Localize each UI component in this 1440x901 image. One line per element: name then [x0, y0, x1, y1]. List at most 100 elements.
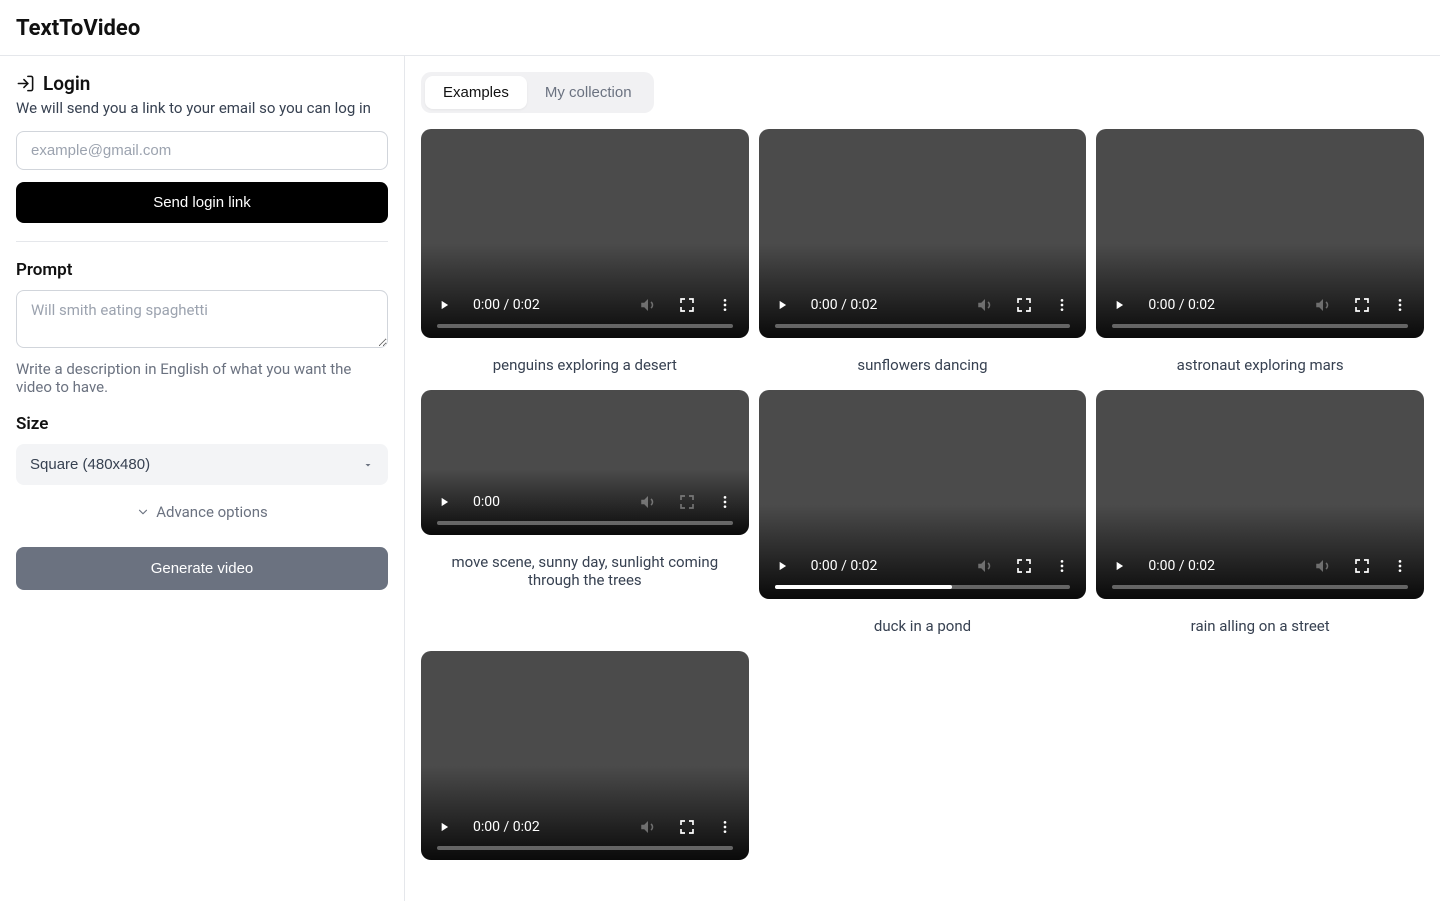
video-card: 0:00 move scene, sunny day, sunlight comi… [421, 390, 749, 595]
video-time: 0:00 / 0:02 [1148, 558, 1215, 574]
video-controls: 0:00 / 0:02 [421, 818, 749, 860]
video-controls: 0:00 / 0:02 [1096, 557, 1424, 599]
fullscreen-icon[interactable] [679, 494, 695, 510]
video-player[interactable]: 0:00 / 0:02 [421, 129, 749, 338]
video-time: 0:00 / 0:02 [811, 297, 878, 313]
video-card: 0:00 / 0:02 sunflowers dancing [759, 129, 1087, 380]
controls-row: 0:00 / 0:02 [437, 818, 733, 836]
video-card: 0:00 / 0:02 rain alling on a street [1096, 390, 1424, 641]
chevron-down-icon [136, 505, 150, 519]
video-player[interactable]: 0:00 [421, 390, 749, 535]
login-description: We will send you a link to your email so… [16, 99, 388, 117]
progress-bar[interactable] [775, 585, 1071, 589]
login-icon [16, 74, 35, 93]
progress-bar[interactable] [1112, 324, 1408, 328]
tabs: ExamplesMy collection [421, 72, 654, 113]
progress-bar[interactable] [775, 324, 1071, 328]
more-icon[interactable] [717, 819, 733, 835]
fullscreen-icon[interactable] [679, 297, 695, 313]
sidebar: Login We will send you a link to your em… [0, 56, 405, 901]
advance-options-toggle[interactable]: Advance options [16, 503, 388, 521]
prompt-label: Prompt [16, 260, 388, 280]
more-icon[interactable] [717, 297, 733, 313]
play-icon[interactable] [775, 559, 789, 573]
video-caption: rain alling on a street [1096, 617, 1424, 635]
tab-my-collection[interactable]: My collection [527, 76, 650, 109]
video-time: 0:00 / 0:02 [811, 558, 878, 574]
video-controls: 0:00 / 0:02 [421, 296, 749, 338]
volume-icon[interactable] [976, 296, 994, 314]
controls-row: 0:00 / 0:02 [437, 296, 733, 314]
video-player[interactable]: 0:00 / 0:02 [759, 390, 1087, 599]
fullscreen-icon[interactable] [1354, 558, 1370, 574]
video-time: 0:00 / 0:02 [473, 297, 540, 313]
video-player[interactable]: 0:00 / 0:02 [1096, 390, 1424, 599]
progress-bar[interactable] [437, 846, 733, 850]
video-controls: 0:00 [421, 493, 749, 535]
send-login-button[interactable]: Send login link [16, 182, 388, 223]
video-caption: duck in a pond [759, 617, 1087, 635]
controls-row: 0:00 / 0:02 [1112, 296, 1408, 314]
divider [16, 241, 388, 242]
play-icon[interactable] [437, 495, 451, 509]
video-player[interactable]: 0:00 / 0:02 [759, 129, 1087, 338]
more-icon[interactable] [1054, 297, 1070, 313]
advance-options-label: Advance options [156, 503, 267, 521]
controls-row: 0:00 / 0:02 [775, 557, 1071, 575]
video-caption: sunflowers dancing [759, 356, 1087, 374]
header: TextToVideo [0, 0, 1440, 56]
generate-video-button[interactable]: Generate video [16, 547, 388, 590]
fullscreen-icon[interactable] [679, 819, 695, 835]
progress-bar[interactable] [437, 324, 733, 328]
email-field[interactable] [16, 131, 388, 170]
fullscreen-icon[interactable] [1016, 297, 1032, 313]
more-icon[interactable] [1392, 558, 1408, 574]
volume-icon[interactable] [639, 493, 657, 511]
video-caption: move scene, sunny day, sunlight coming t… [421, 553, 749, 589]
more-icon[interactable] [1392, 297, 1408, 313]
volume-icon[interactable] [976, 557, 994, 575]
prompt-input[interactable] [16, 290, 388, 348]
video-time: 0:00 [473, 494, 500, 510]
video-time: 0:00 / 0:02 [1148, 297, 1215, 313]
volume-icon[interactable] [1314, 557, 1332, 575]
tab-examples[interactable]: Examples [425, 76, 527, 109]
login-heading: Login [16, 72, 388, 95]
prompt-hint: Write a description in English of what y… [16, 360, 388, 396]
size-select-wrap: Square (480x480) [16, 444, 388, 485]
size-select[interactable]: Square (480x480) [16, 444, 388, 485]
video-controls: 0:00 / 0:02 [1096, 296, 1424, 338]
play-icon[interactable] [775, 298, 789, 312]
video-card: 0:00 / 0:02 duck in a pond [759, 390, 1087, 641]
app-title: TextToVideo [16, 16, 1424, 41]
video-grid: 0:00 / 0:02penguins exploring a desert0:… [421, 129, 1424, 860]
video-time: 0:00 / 0:02 [473, 819, 540, 835]
more-icon[interactable] [717, 494, 733, 510]
controls-row: 0:00 [437, 493, 733, 511]
video-controls: 0:00 / 0:02 [759, 296, 1087, 338]
main-content: ExamplesMy collection 0:00 / 0:02penguin… [405, 56, 1440, 901]
volume-icon[interactable] [1314, 296, 1332, 314]
play-icon[interactable] [437, 820, 451, 834]
more-icon[interactable] [1054, 558, 1070, 574]
video-controls: 0:00 / 0:02 [759, 557, 1087, 599]
volume-icon[interactable] [639, 818, 657, 836]
login-title-text: Login [43, 72, 90, 95]
play-icon[interactable] [1112, 298, 1126, 312]
progress-bar[interactable] [437, 521, 733, 525]
progress-fill [775, 585, 952, 589]
play-icon[interactable] [437, 298, 451, 312]
video-card: 0:00 / 0:02penguins exploring a desert [421, 129, 749, 380]
video-player[interactable]: 0:00 / 0:02 [421, 651, 749, 860]
play-icon[interactable] [1112, 559, 1126, 573]
video-player[interactable]: 0:00 / 0:02 [1096, 129, 1424, 338]
video-caption: astronaut exploring mars [1096, 356, 1424, 374]
controls-row: 0:00 / 0:02 [775, 296, 1071, 314]
volume-icon[interactable] [639, 296, 657, 314]
layout: Login We will send you a link to your em… [0, 56, 1440, 901]
controls-row: 0:00 / 0:02 [1112, 557, 1408, 575]
progress-bar[interactable] [1112, 585, 1408, 589]
fullscreen-icon[interactable] [1354, 297, 1370, 313]
fullscreen-icon[interactable] [1016, 558, 1032, 574]
video-card: 0:00 / 0:02 [421, 651, 749, 860]
